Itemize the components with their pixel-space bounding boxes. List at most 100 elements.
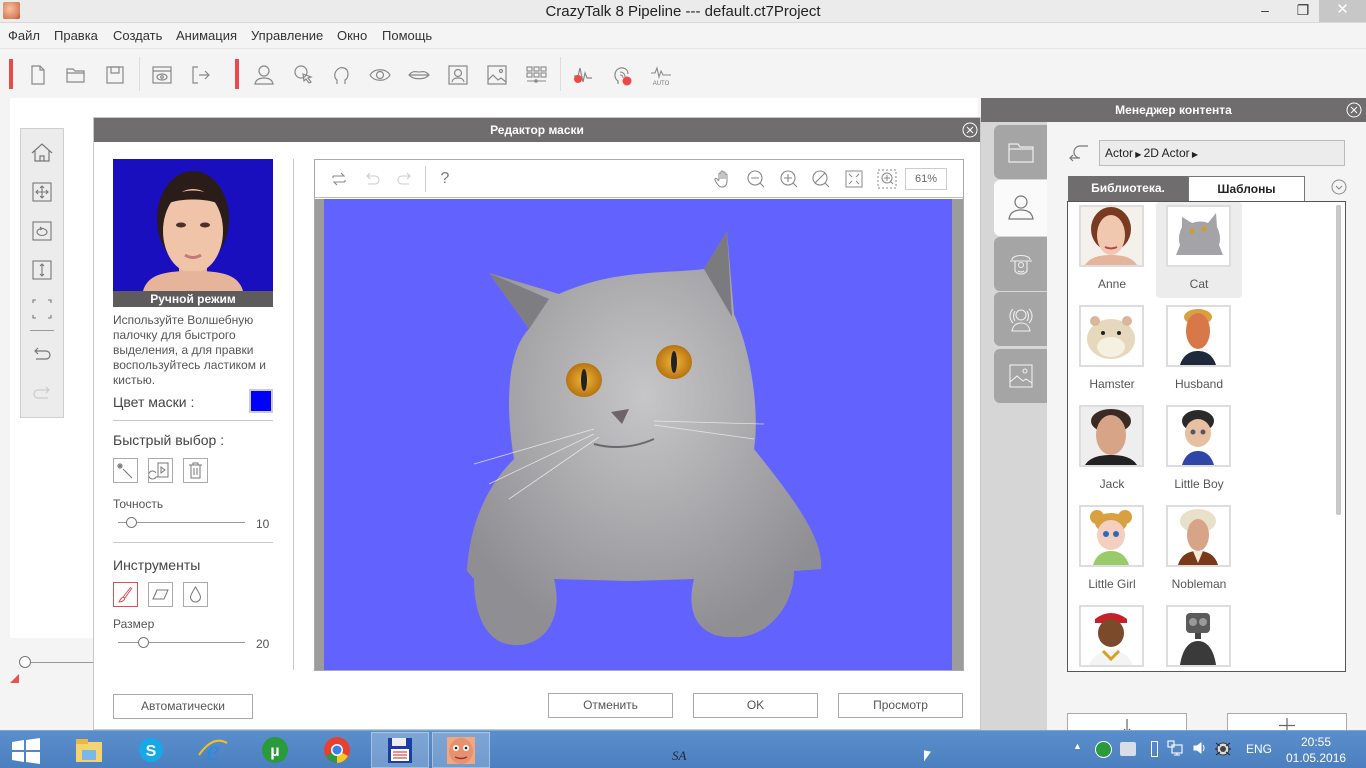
editor-floppy-icon[interactable] <box>382 735 418 765</box>
fit-screen-icon[interactable] <box>844 169 864 189</box>
undo-icon[interactable] <box>362 169 382 189</box>
preview-button[interactable]: Просмотр <box>838 693 963 718</box>
cancel-button[interactable]: Отменить <box>548 693 673 718</box>
drop-tool-button[interactable] <box>183 582 208 607</box>
eraser-tool-button[interactable] <box>148 582 173 607</box>
breadcrumb-item[interactable]: Actor <box>1105 146 1133 160</box>
side-tab-accessory[interactable] <box>994 237 1047 291</box>
show-hidden-icons-button[interactable]: ▲ <box>1073 741 1082 751</box>
new-file-icon[interactable] <box>26 63 50 87</box>
home-icon[interactable] <box>30 141 54 165</box>
volume-icon[interactable] <box>1192 740 1208 756</box>
menu-file[interactable]: Файл <box>8 28 40 43</box>
brush-tool-button[interactable] <box>113 582 138 607</box>
side-tab-background[interactable] <box>994 349 1047 403</box>
language-indicator[interactable]: ENG <box>1246 742 1272 756</box>
skype-icon[interactable]: S <box>133 735 169 765</box>
close-circle-icon[interactable] <box>962 122 978 138</box>
fit-frame-icon[interactable] <box>30 297 54 321</box>
file-explorer-icon[interactable] <box>71 735 107 765</box>
actor-item[interactable]: Anne <box>1069 202 1155 298</box>
zoom-out-icon[interactable] <box>746 169 766 189</box>
open-folder-icon[interactable] <box>64 63 88 87</box>
precision-slider-knob[interactable] <box>125 517 137 528</box>
move-icon[interactable] <box>30 180 54 204</box>
select-cursor-icon[interactable] <box>291 63 315 87</box>
menu-help[interactable]: Помощь <box>382 28 432 43</box>
mask-color-swatch[interactable] <box>249 389 273 413</box>
scale-vertical-icon[interactable] <box>30 258 54 282</box>
restore-button[interactable]: ❐ <box>1288 0 1318 22</box>
network-icon[interactable] <box>1167 740 1183 756</box>
battery-icon[interactable] <box>1151 741 1158 757</box>
chevron-down-icon[interactable] <box>1331 179 1347 195</box>
breadcrumb-item[interactable]: 2D Actor <box>1144 146 1190 160</box>
help-icon[interactable]: ? <box>435 169 455 189</box>
undo-icon[interactable] <box>30 343 54 367</box>
clock-date[interactable]: 01.05.2016 <box>1286 751 1346 765</box>
actor-item[interactable]: Jack <box>1069 402 1155 498</box>
chrome-icon[interactable] <box>319 735 355 765</box>
clock-time[interactable]: 20:55 <box>1286 735 1346 749</box>
eye-icon[interactable] <box>368 63 392 87</box>
antivirus-spider-icon[interactable] <box>1214 739 1232 757</box>
export-icon[interactable] <box>189 63 213 87</box>
face-audio-icon[interactable] <box>610 63 634 87</box>
canvas-area[interactable] <box>315 199 963 670</box>
menu-window[interactable]: Окно <box>337 28 367 43</box>
zoom-region-icon[interactable] <box>877 169 897 189</box>
actor-item[interactable]: Hamster <box>1069 302 1155 398</box>
minimize-button[interactable]: – <box>1250 0 1280 22</box>
image-icon[interactable] <box>485 63 509 87</box>
utorrent-icon[interactable]: µ <box>257 735 293 765</box>
crazytalk-icon[interactable] <box>443 735 479 765</box>
timeline-track[interactable] <box>25 662 95 663</box>
side-tab-voice[interactable] <box>994 292 1047 346</box>
size-slider-track[interactable] <box>118 642 245 643</box>
pan-hand-icon[interactable] <box>713 169 733 189</box>
redo-icon[interactable] <box>30 382 54 406</box>
portrait-icon[interactable] <box>446 63 470 87</box>
timeline-scrubber[interactable] <box>19 656 31 668</box>
actor-item[interactable]: Cat <box>1156 202 1242 298</box>
close-circle-icon[interactable] <box>1346 102 1362 118</box>
actor-icon[interactable] <box>252 63 276 87</box>
storage-tray-icon[interactable] <box>1120 742 1136 756</box>
head-outline-icon[interactable] <box>330 63 354 87</box>
actor-item[interactable]: Husband <box>1156 302 1242 398</box>
rotate-icon[interactable] <box>30 219 54 243</box>
utorrent-tray-icon[interactable] <box>1095 741 1112 758</box>
menu-edit[interactable]: Правка <box>54 28 98 43</box>
redo-icon[interactable] <box>395 169 415 189</box>
size-slider-knob[interactable] <box>138 637 150 648</box>
mouth-icon[interactable] <box>407 63 431 87</box>
actor-item[interactable]: Nobleman <box>1156 502 1242 598</box>
back-arrow-icon[interactable] <box>1066 142 1092 162</box>
save-icon[interactable] <box>103 63 127 87</box>
windows-start-icon[interactable] <box>8 735 44 765</box>
actor-item[interactable] <box>1069 602 1155 671</box>
side-tab-folder[interactable] <box>994 125 1047 179</box>
internet-explorer-icon[interactable]: e <box>195 735 231 765</box>
import-mask-button[interactable] <box>148 458 173 483</box>
voice-record-icon[interactable] <box>571 63 595 87</box>
side-tab-actor[interactable] <box>994 180 1047 236</box>
actor-item[interactable]: Little Girl <box>1069 502 1155 598</box>
close-button[interactable]: ✕ <box>1319 0 1366 22</box>
reset-icon[interactable] <box>329 169 349 189</box>
tab-library[interactable]: Библиотека. <box>1068 176 1188 201</box>
grid-settings-icon[interactable] <box>524 63 548 87</box>
zoom-reset-icon[interactable] <box>811 169 831 189</box>
tab-templates[interactable]: Шаблоны <box>1188 176 1305 201</box>
auto-button[interactable]: Автоматически <box>113 694 253 719</box>
ok-button[interactable]: OK <box>693 693 818 718</box>
actor-item[interactable] <box>1156 602 1242 671</box>
scrollbar[interactable] <box>1336 205 1341 515</box>
menu-control[interactable]: Управление <box>251 28 323 43</box>
delete-button[interactable] <box>183 458 208 483</box>
menu-create[interactable]: Создать <box>113 28 162 43</box>
auto-motion-icon[interactable]: AUTO <box>649 63 673 87</box>
preview-icon[interactable] <box>150 63 174 87</box>
precision-slider-track[interactable] <box>118 522 245 523</box>
magic-wand-button[interactable] <box>113 458 138 483</box>
